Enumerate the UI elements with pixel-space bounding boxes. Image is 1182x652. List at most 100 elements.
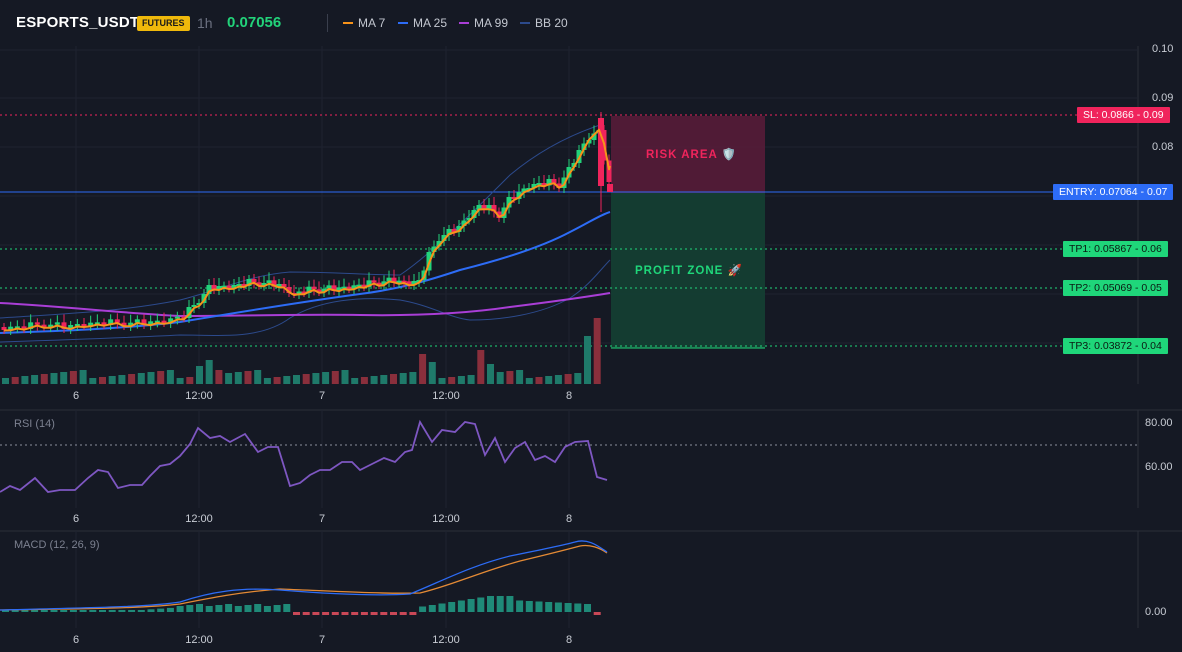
ma25-swatch-icon [398, 22, 408, 24]
entry-label[interactable]: ENTRY: 0.07064 - 0.07 [1053, 184, 1174, 200]
macd-title[interactable]: MACD (12, 26, 9) [14, 539, 100, 551]
macd-histogram-bar [40, 610, 48, 612]
macd-histogram-bar [525, 601, 533, 612]
tp2-label[interactable]: TP2: 0.05069 - 0.05 [1063, 280, 1168, 296]
volume-bar [584, 336, 591, 384]
chart-canvas[interactable] [0, 0, 1182, 652]
symbol-name[interactable]: ESPORTS_USDT [16, 14, 139, 31]
macd-histogram-bar [302, 612, 310, 615]
volume-bar [166, 370, 174, 384]
volume-bar [535, 377, 543, 384]
rsi-title[interactable]: RSI (14) [14, 418, 55, 430]
rsi-tick: 60.00 [1145, 461, 1173, 473]
volume-bar [554, 375, 562, 384]
volume-bar [186, 377, 194, 384]
volume-bar [254, 370, 262, 384]
volume-bar [360, 377, 368, 384]
macd-histogram-bar [176, 606, 184, 612]
volume-bar [428, 362, 436, 384]
macd-histogram-bar [293, 612, 300, 615]
volume-bar [322, 372, 330, 384]
macd-histogram-bar [380, 612, 388, 615]
volume-bar [302, 374, 310, 384]
time-tick: 7 [318, 390, 326, 402]
macd-histogram-bar [341, 612, 349, 615]
chart-header: ESPORTS_USDT FUTURES 1h 0.07056 MA 7 MA … [0, 0, 1182, 46]
macd-histogram-bar [545, 602, 553, 612]
macd-histogram-bar [166, 607, 174, 612]
volume-bar [496, 372, 504, 384]
profit-zone-label: PROFIT ZONE 🚀 [635, 265, 743, 277]
macd-histogram-bar [419, 606, 427, 612]
last-price: 0.07056 [227, 14, 282, 31]
macd-histogram-bar [108, 610, 116, 612]
volume-bar [244, 371, 252, 384]
macd-histogram-bar [467, 599, 475, 612]
macd-histogram-bar [118, 610, 126, 612]
macd-histogram-bar [273, 605, 281, 612]
macd-histogram-bar [234, 606, 242, 612]
legend-ma99-label: MA 99 [474, 16, 509, 30]
volume-bar [215, 370, 223, 384]
bb20-swatch-icon [520, 22, 530, 24]
volume-bar [593, 318, 601, 384]
price-tick: 0.09 [1152, 92, 1174, 104]
macd-histogram-bar [370, 612, 378, 615]
volume-bar [50, 373, 58, 384]
macd-histogram-bar [438, 603, 446, 612]
volume-bar [574, 373, 582, 384]
volume-bar [477, 350, 485, 384]
time-tick: 6 [72, 390, 80, 402]
macd-histogram-bar [322, 612, 330, 615]
candle [266, 280, 272, 283]
macd-histogram-bar [496, 596, 504, 612]
macd-histogram-bar [477, 597, 485, 612]
tp1-label[interactable]: TP1: 0.05867 - 0.06 [1063, 241, 1168, 257]
ma99-line [0, 292, 611, 318]
volume-bar [293, 375, 300, 384]
candle [174, 316, 180, 319]
stop-loss-label[interactable]: SL: 0.0866 - 0.09 [1077, 107, 1170, 123]
futures-badge: FUTURES [137, 16, 190, 31]
macd-histogram-bar [554, 602, 562, 612]
macd-histogram-bar [157, 608, 165, 612]
time-tick: 8 [565, 513, 573, 525]
macd-histogram-bar [574, 603, 582, 612]
ma7-line [3, 128, 611, 332]
tp3-label[interactable]: TP3: 0.03872 - 0.04 [1063, 338, 1168, 354]
time-tick: 8 [565, 390, 573, 402]
candle [296, 291, 302, 294]
macd-histogram-bar [215, 605, 223, 612]
legend-ma99[interactable]: MA 99 [459, 16, 508, 30]
macd-histogram-bar [283, 604, 291, 612]
volume-bar [40, 374, 48, 384]
price-tick: 0.08 [1152, 141, 1174, 153]
volume-bar [89, 378, 97, 384]
time-tick: 7 [318, 634, 326, 646]
volume-bar [283, 376, 291, 384]
candle [607, 184, 613, 192]
legend-ma7[interactable]: MA 7 [343, 16, 385, 30]
macd-tick: 0.00 [1145, 606, 1167, 618]
time-tick: 12:00 [185, 390, 213, 402]
macd-histogram-bar [457, 600, 465, 612]
volume-bar [225, 373, 233, 384]
volume-bar [370, 376, 378, 384]
volume-bar [31, 375, 39, 384]
macd-histogram-bar [516, 600, 524, 612]
candle [81, 324, 87, 326]
volume-bar [99, 377, 106, 384]
volume-bar [79, 370, 87, 384]
volume-bar [457, 376, 465, 384]
volume-bar [380, 375, 388, 384]
candle [54, 322, 60, 325]
macd-line [0, 540, 608, 611]
macd-histogram-bar [89, 610, 97, 612]
volume-bar [525, 378, 533, 384]
time-tick: 8 [565, 634, 573, 646]
legend-bb20[interactable]: BB 20 [520, 16, 568, 30]
volume-bar [438, 378, 446, 384]
timeframe-label[interactable]: 1h [197, 15, 213, 31]
macd-histogram-bar [205, 606, 213, 612]
legend-ma25[interactable]: MA 25 [398, 16, 447, 30]
